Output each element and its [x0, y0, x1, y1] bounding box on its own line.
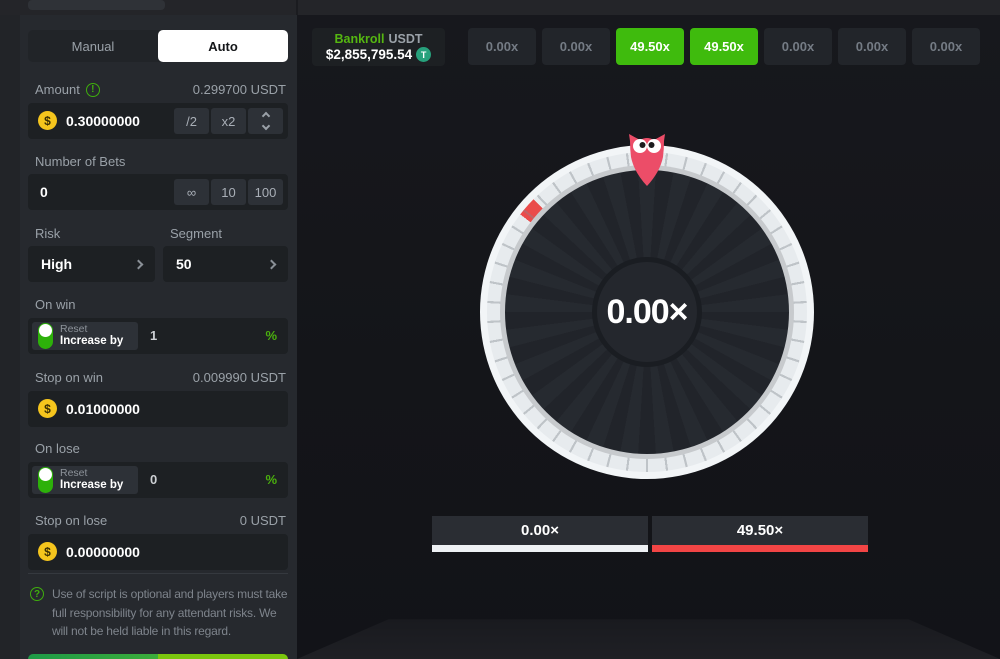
on-win-value[interactable]: 1 — [150, 318, 157, 354]
stop-on-lose-label: Stop on lose — [35, 513, 107, 528]
stop-on-win-converted: 0.009990 USDT — [193, 370, 286, 385]
result-win-label: 49.50× — [652, 516, 868, 545]
risk-segment-label-row: Risk Segment — [28, 226, 288, 241]
segment-select[interactable]: 50 — [163, 246, 288, 282]
amount-label: Amount — [35, 82, 80, 97]
bets-10-button[interactable]: 10 — [211, 179, 246, 205]
half-bet-button[interactable]: /2 — [174, 108, 209, 134]
result-option-lose[interactable]: 0.00× — [432, 516, 648, 552]
increase-option-label: Increase by — [60, 335, 123, 349]
owl-pointer-icon — [627, 131, 667, 188]
bets-label: Number of Bets — [35, 154, 125, 169]
start-autobet-button-right[interactable] — [158, 654, 288, 659]
bets-value: 0 — [40, 174, 48, 210]
script-disclaimer: ? Use of script is optional and players … — [30, 585, 292, 641]
bankroll-display: Bankroll USDT $2,855,795.54 T — [312, 28, 445, 66]
bankroll-currency: USDT — [388, 32, 422, 46]
risk-value: High — [41, 256, 72, 272]
on-win-percent: % — [265, 318, 277, 354]
result-win-underline — [652, 545, 868, 552]
result-lose-label: 0.00× — [432, 516, 648, 545]
bet-controls-panel: Manual Auto Amount ! 0.299700 USDT $ 0.3… — [20, 15, 297, 659]
bets-infinity-button[interactable]: ∞ — [174, 179, 209, 205]
on-win-label-row: On win — [28, 297, 288, 312]
toggle-icon — [38, 467, 53, 493]
on-lose-row: Reset Increase by 0 % — [28, 462, 288, 498]
bankroll-label: Bankroll — [334, 32, 384, 46]
coin-icon: $ — [38, 542, 57, 561]
risk-label: Risk — [35, 226, 60, 241]
amount-converted: 0.299700 USDT — [193, 82, 286, 97]
mode-tabs: Manual Auto — [28, 30, 288, 62]
amount-input[interactable]: $ 0.30000000 /2 x2 — [28, 103, 288, 139]
amount-value: 0.30000000 — [66, 103, 140, 139]
chevron-right-icon — [267, 259, 277, 269]
history-badge[interactable]: 0.00x — [542, 28, 610, 65]
info-icon: ! — [86, 83, 100, 97]
wheel: 0.00× — [480, 145, 814, 479]
history-badge[interactable]: 0.00x — [468, 28, 536, 65]
risk-select[interactable]: High — [28, 246, 155, 282]
bankroll-value: $2,855,795.54 — [326, 47, 412, 62]
chevron-right-icon — [134, 259, 144, 269]
game-tab-partial[interactable] — [28, 0, 165, 10]
on-lose-value[interactable]: 0 — [150, 462, 157, 498]
start-autobet-button-left[interactable] — [28, 654, 158, 659]
reset-option-label: Reset — [60, 467, 123, 479]
on-lose-label-row: On lose — [28, 441, 288, 456]
chevron-up-icon — [261, 112, 269, 120]
history-badge-win[interactable]: 49.50x — [690, 28, 758, 65]
floor-decoration — [297, 597, 1000, 659]
stop-on-lose-label-row: Stop on lose 0 USDT — [28, 513, 288, 528]
top-chrome-bar — [0, 0, 1000, 15]
current-multiplier: 0.00× — [606, 293, 687, 332]
panel-seam — [296, 0, 298, 15]
history-badge-win[interactable]: 49.50x — [616, 28, 684, 65]
on-lose-label: On lose — [35, 441, 80, 456]
double-bet-button[interactable]: x2 — [211, 108, 246, 134]
on-win-toggle[interactable]: Reset Increase by — [32, 322, 138, 350]
coin-icon: $ — [38, 399, 57, 418]
stop-on-lose-input[interactable]: $ 0.00000000 — [28, 534, 288, 570]
history-badge[interactable]: 0.00x — [912, 28, 980, 65]
stop-on-win-label: Stop on win — [35, 370, 103, 385]
bets-100-button[interactable]: 100 — [248, 179, 283, 205]
divider — [28, 573, 288, 574]
question-icon: ? — [30, 587, 44, 601]
stop-on-lose-value: 0.00000000 — [66, 534, 140, 570]
stop-on-win-input[interactable]: $ 0.01000000 — [28, 391, 288, 427]
wheel-hub: 0.00× — [597, 262, 697, 362]
segment-value: 50 — [176, 256, 192, 272]
result-history: 0.00x 0.00x 49.50x 49.50x 0.00x 0.00x 0.… — [468, 28, 980, 65]
segment-label: Segment — [170, 226, 222, 241]
stop-on-win-value: 0.01000000 — [66, 391, 140, 427]
stop-on-lose-converted: 0 USDT — [240, 513, 286, 528]
on-lose-percent: % — [265, 462, 277, 498]
tab-manual[interactable]: Manual — [28, 30, 158, 62]
result-lose-underline — [432, 545, 648, 552]
reset-option-label: Reset — [60, 323, 123, 335]
toggle-icon — [38, 323, 53, 349]
result-option-win[interactable]: 49.50× — [652, 516, 868, 552]
on-win-row: Reset Increase by 1 % — [28, 318, 288, 354]
bets-input[interactable]: 0 ∞ 10 100 — [28, 174, 288, 210]
amount-label-row: Amount ! 0.299700 USDT — [28, 82, 288, 97]
on-win-label: On win — [35, 297, 75, 312]
on-lose-toggle[interactable]: Reset Increase by — [32, 466, 138, 494]
disclaimer-text: Use of script is optional and players mu… — [52, 585, 292, 641]
coin-icon: $ — [38, 111, 57, 130]
increase-option-label: Increase by — [60, 479, 123, 493]
wheel-game-area: Bankroll USDT $2,855,795.54 T 0.00x 0.00x… — [297, 15, 1000, 659]
tether-icon: T — [416, 47, 431, 62]
amount-stepper[interactable] — [248, 108, 283, 134]
bets-label-row: Number of Bets — [28, 154, 288, 169]
tab-auto[interactable]: Auto — [158, 30, 288, 62]
history-badge[interactable]: 0.00x — [838, 28, 906, 65]
history-badge[interactable]: 0.00x — [764, 28, 832, 65]
stop-on-win-label-row: Stop on win 0.009990 USDT — [28, 370, 288, 385]
chevron-down-icon — [261, 122, 269, 130]
